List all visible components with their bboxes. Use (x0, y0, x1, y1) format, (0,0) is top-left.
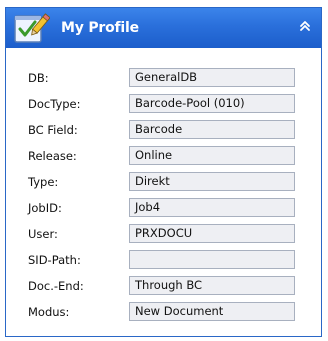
field-label: Release: (28, 149, 77, 163)
field-row-user: User: PRXDOCU (6, 224, 321, 244)
panel-title: My Profile (61, 20, 139, 36)
field-label: User: (28, 227, 58, 241)
field-row-bc-field: BC Field: Barcode (6, 120, 321, 140)
field-row-jobid: JobID: Job4 (6, 198, 321, 218)
type-field[interactable]: Direkt (129, 172, 295, 191)
field-row-doc-end: Doc.-End: Through BC (6, 276, 321, 296)
doc-end-field[interactable]: Through BC (129, 276, 295, 295)
user-field[interactable]: PRXDOCU (129, 224, 295, 243)
doctype-field[interactable]: Barcode-Pool (010) (129, 94, 295, 113)
bc-field-field[interactable]: Barcode (129, 120, 295, 139)
sid-path-field[interactable] (129, 250, 295, 269)
field-row-db: DB: GeneralDB (6, 68, 321, 88)
field-row-doctype: DocType: Barcode-Pool (010) (6, 94, 321, 114)
document-checkmark-pencil-icon (14, 13, 50, 43)
release-field[interactable]: Online (129, 146, 295, 165)
field-row-release: Release: Online (6, 146, 321, 166)
field-label: BC Field: (28, 123, 78, 137)
field-label: SID-Path: (28, 253, 81, 267)
my-profile-panel: My Profile DB: GeneralDB DocType: Barcod… (5, 7, 322, 337)
field-label: DocType: (28, 97, 81, 111)
double-chevron-up-icon[interactable] (298, 19, 312, 33)
field-label: DB: (28, 71, 49, 85)
field-row-type: Type: Direkt (6, 172, 321, 192)
field-label: Modus: (28, 305, 70, 319)
jobid-field[interactable]: Job4 (129, 198, 295, 217)
field-row-modus: Modus: New Document (6, 302, 321, 322)
panel-header: My Profile (6, 8, 321, 48)
modus-field[interactable]: New Document (129, 302, 295, 321)
db-field[interactable]: GeneralDB (129, 68, 295, 87)
field-label: Type: (28, 175, 59, 189)
field-label: JobID: (28, 201, 62, 215)
field-row-sid-path: SID-Path: (6, 250, 321, 270)
field-label: Doc.-End: (28, 279, 84, 293)
